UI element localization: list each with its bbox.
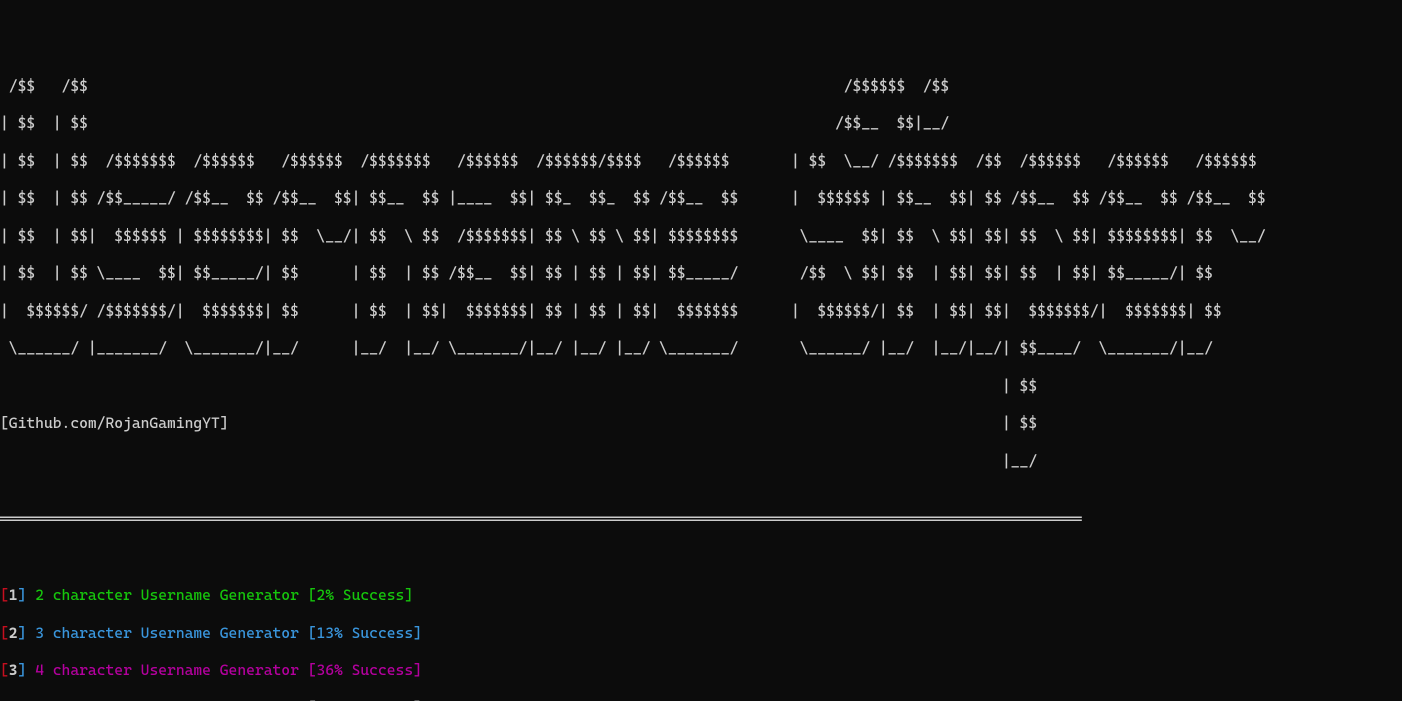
menu-item-1[interactable]: [1] 2 character Username Generator [2% S… xyxy=(0,586,1402,605)
menu-label: 3 character Username Generator [13% Succ… xyxy=(35,624,422,642)
menu-label: 4 character Username Generator [36% Succ… xyxy=(35,661,422,679)
bracket-open-icon: [ xyxy=(0,661,9,679)
menu-number: 1 xyxy=(9,586,18,604)
bracket-close-icon: ] xyxy=(18,624,27,642)
bracket-open-icon: [ xyxy=(0,586,9,604)
menu-item-3[interactable]: [3] 4 character Username Generator [36% … xyxy=(0,661,1402,680)
banner-line: | $$ | $$ /$$__ $$|__/ xyxy=(0,114,949,132)
banner-line: \______/ |_______/ \_______/|__/ |__/ |_… xyxy=(0,339,1213,357)
banner-line: | $$$$$$/ /$$$$$$$/| $$$$$$$| $$ | $$ | … xyxy=(0,302,1222,320)
bracket-close-icon: ] xyxy=(18,661,27,679)
ascii-banner: /$$ /$$ /$$$$$$ /$$ | $$ | $$ xyxy=(0,30,1402,480)
menu-number: 3 xyxy=(9,661,18,679)
banner-line: /$$ /$$ /$$$$$$ /$$ xyxy=(0,77,949,95)
bracket-open-icon: [ xyxy=(0,624,9,642)
menu-item-2[interactable]: [2] 3 character Username Generator [13% … xyxy=(0,624,1402,643)
menu: [1] 2 character Username Generator [2% S… xyxy=(0,560,1402,701)
banner-line: | $$ | $$ \____ $$| $$_____/| $$ | $$ | … xyxy=(0,264,1213,282)
banner-line: | $$ xyxy=(0,377,1037,395)
menu-number: 2 xyxy=(9,624,18,642)
bracket-close-icon: ] xyxy=(18,586,27,604)
menu-label: 2 character Username Generator [2% Succe… xyxy=(35,586,413,604)
banner-line: | $$ | $$ /$$$$$$$ /$$$$$$ /$$$$$$ /$$$$… xyxy=(0,152,1257,170)
terminal-output: /$$ /$$ /$$$$$$ /$$ | $$ | $$ xyxy=(0,0,1402,701)
banner-line: [Github.com/RojanGamingYT] | $$ xyxy=(0,414,1037,432)
divider-top: ════════════════════════════════════════… xyxy=(0,510,1402,530)
banner-line: |__/ xyxy=(0,452,1037,470)
banner-line: | $$ | $$ /$$_____/ /$$__ $$ /$$__ $$| $… xyxy=(0,189,1266,207)
banner-line: | $$ | $$| $$$$$$ | $$$$$$$$| $$ \__/| $… xyxy=(0,227,1266,245)
